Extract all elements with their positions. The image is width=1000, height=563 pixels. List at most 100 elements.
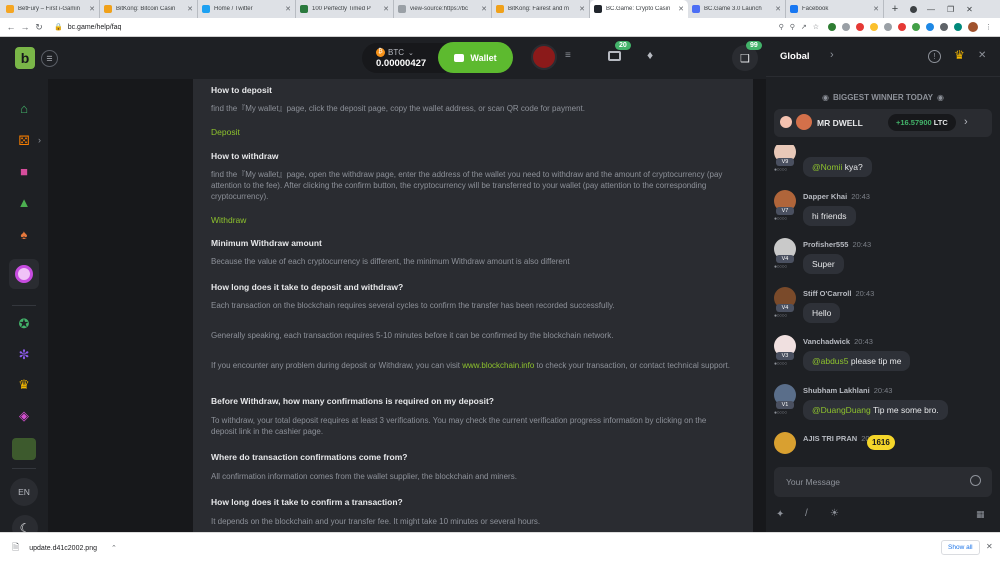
tab-close-icon[interactable]: ✕: [678, 5, 684, 13]
dice-icon[interactable]: ⚄: [14, 131, 34, 151]
download-file-name[interactable]: update.d41c2002.png: [29, 545, 97, 552]
ext-icon-1[interactable]: [828, 23, 836, 31]
live-casino-icon[interactable]: ▲: [14, 192, 34, 212]
tab-close-icon[interactable]: ✕: [383, 5, 389, 13]
deposit-link[interactable]: Deposit: [211, 127, 240, 137]
ext-icon-5[interactable]: [884, 23, 892, 31]
tab-close-icon[interactable]: ✕: [775, 5, 781, 13]
info-icon[interactable]: !: [928, 50, 941, 63]
chat-next-icon[interactable]: ›: [830, 49, 834, 61]
unread-badge[interactable]: 1616: [867, 435, 895, 450]
share-icon[interactable]: ↗: [801, 23, 807, 31]
language-button[interactable]: EN: [10, 478, 38, 506]
close-chat-icon[interactable]: ✕: [978, 50, 986, 61]
blockchain-info-link[interactable]: www.blockchain.info: [462, 361, 534, 370]
browser-tab[interactable]: 100 Perfectly Timed P ✕: [296, 0, 394, 18]
tip-icon[interactable]: ✦: [776, 509, 784, 520]
forward-icon[interactable]: →: [18, 22, 32, 32]
user-avatar[interactable]: [531, 44, 557, 70]
browser-tab[interactable]: view-source:https://bc ✕: [394, 0, 492, 18]
chat-username[interactable]: Profisher555 20:43: [803, 240, 871, 249]
ext-icon-4[interactable]: [870, 23, 878, 31]
minimize-button[interactable]: —: [927, 5, 935, 14]
browser-tab[interactable]: Home / Twitter ✕: [198, 0, 296, 18]
chat-username[interactable]: Vanchadwick 20:43: [803, 337, 873, 346]
game-thumb-icon[interactable]: [12, 438, 36, 460]
bc-logo-icon[interactable]: b: [15, 47, 35, 69]
tab-close-icon[interactable]: ✕: [285, 5, 291, 13]
browser-tab[interactable]: BC.Game: Crypto Casin ✕: [590, 0, 688, 18]
reload-icon[interactable]: ↻: [32, 22, 46, 33]
winner-row[interactable]: MR DWELL +16.57900 LTC ›: [774, 109, 992, 137]
trophy-icon[interactable]: ♛: [954, 48, 965, 62]
cards-icon[interactable]: ♠: [14, 224, 34, 244]
faq-withdraw-text: find the『My wallet』page, open the withdr…: [211, 170, 723, 201]
key-icon[interactable]: ⚲: [779, 23, 784, 31]
balance-widget[interactable]: ₿ BTC ⌄ 0.00000427: [362, 43, 446, 73]
close-downloads-icon[interactable]: ✕: [986, 542, 993, 551]
new-tab-button[interactable]: +: [888, 2, 902, 16]
tab-close-icon[interactable]: ✕: [873, 5, 879, 13]
tab-close-icon[interactable]: ✕: [187, 5, 193, 13]
user-menu-icon[interactable]: ≡: [565, 50, 571, 61]
mail-icon[interactable]: [608, 51, 621, 61]
spinner-icon[interactable]: ✼: [14, 345, 34, 365]
faq-howlongconf-text: It depends on the blockchain and your tr…: [211, 517, 541, 526]
ext-icon-10[interactable]: [954, 23, 962, 31]
tab-close-icon[interactable]: ✕: [481, 5, 487, 13]
rain-icon[interactable]: ☀: [830, 508, 839, 519]
ext-icon-7[interactable]: [912, 23, 920, 31]
download-chevron-icon[interactable]: ⌃: [111, 544, 117, 552]
browser-tab[interactable]: Facebook ✕: [786, 0, 884, 18]
chat-username[interactable]: Shubham Lakhlani 20:43: [803, 386, 892, 395]
browser-tab[interactable]: BitKong: Fairest and m ✕: [492, 0, 590, 18]
keyboard-icon[interactable]: ▦: [976, 509, 985, 520]
star-icon[interactable]: ☆: [813, 23, 819, 31]
home-icon[interactable]: ⌂: [14, 98, 34, 118]
emoji-icon[interactable]: [970, 475, 981, 486]
star-badge-icon[interactable]: ✪: [14, 314, 34, 334]
slash-command-icon[interactable]: /: [805, 508, 808, 519]
zoom-icon[interactable]: ⚲: [790, 23, 795, 31]
profile-avatar-icon[interactable]: [968, 22, 978, 32]
tab-label: Home / Twitter: [214, 6, 253, 12]
maximize-button[interactable]: ❐: [947, 5, 954, 14]
faq-min-text: Because the value of each cryptocurrency…: [211, 257, 570, 266]
close-window-button[interactable]: ✕: [966, 5, 973, 14]
chat-username[interactable]: Stiff O'Carroll 20:43: [803, 289, 874, 298]
profile-dot-icon[interactable]: [910, 5, 917, 13]
withdraw-link[interactable]: Withdraw: [211, 215, 246, 225]
menu-toggle-icon[interactable]: ☰: [41, 50, 58, 67]
chat-mention[interactable]: @DuangDuang: [812, 405, 871, 415]
bell-icon[interactable]: ♦: [647, 48, 653, 62]
chat-panel: Global › ! ♛ ✕ ◉ BIGGEST WINNER TODAY ◉ MR…: [766, 37, 1000, 532]
gift-icon[interactable]: ◈: [14, 406, 34, 426]
ext-icon-3[interactable]: [856, 23, 864, 31]
ext-icon-2[interactable]: [842, 23, 850, 31]
faq-howlong-title: How long does it take to deposit and wit…: [211, 282, 404, 292]
ext-icon-6[interactable]: [898, 23, 906, 31]
chat-mention[interactable]: @Nomii: [812, 162, 842, 172]
browser-tab[interactable]: BetFury – First i-Gamin ✕: [2, 0, 100, 18]
browser-menu-icon[interactable]: ⋮: [985, 23, 992, 31]
browser-tab[interactable]: BitKong: Bitcoin Casin ✕: [100, 0, 198, 18]
url-field[interactable]: 🔒 bc.game/help/faq: [54, 23, 121, 32]
wheel-icon[interactable]: [9, 259, 39, 289]
wallet-button[interactable]: Wallet: [438, 42, 513, 73]
winner-next-icon[interactable]: ›: [964, 116, 968, 128]
chat-avatar[interactable]: [774, 432, 796, 454]
browser-tab[interactable]: BC.Game 3.0 Launch ✕: [688, 0, 786, 18]
show-all-button[interactable]: Show all: [941, 540, 980, 555]
chat-mention[interactable]: @abdus5: [812, 356, 849, 366]
ext-icon-8[interactable]: [926, 23, 934, 31]
expand-chevron-icon[interactable]: ›: [38, 135, 41, 145]
tab-close-icon[interactable]: ✕: [89, 5, 95, 13]
ext-icon-9[interactable]: [940, 23, 948, 31]
chat-username[interactable]: Dapper Khai 20:43: [803, 192, 870, 201]
tab-close-icon[interactable]: ✕: [579, 5, 585, 13]
back-icon[interactable]: ←: [4, 22, 18, 32]
chat-input[interactable]: Your Message: [774, 467, 992, 497]
tab-global[interactable]: Global: [780, 51, 810, 62]
slots-icon[interactable]: ■: [14, 161, 34, 181]
crown-icon[interactable]: ♛: [14, 375, 34, 395]
